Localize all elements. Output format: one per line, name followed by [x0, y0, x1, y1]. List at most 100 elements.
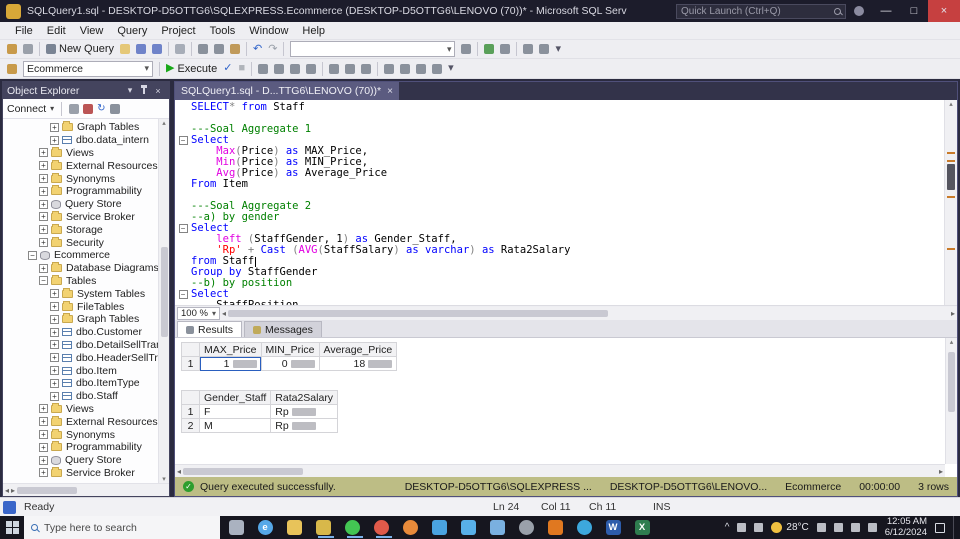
object-explorer-header[interactable]: Object Explorer ▾ × — [3, 82, 169, 99]
word-taskbar-button[interactable]: W — [605, 517, 625, 538]
code-line[interactable]: --a) by gender — [175, 212, 944, 223]
ssms-taskbar-button[interactable] — [315, 517, 335, 538]
tree-item-programmability[interactable]: + Programmability — [3, 185, 169, 198]
close-button[interactable]: × — [928, 0, 960, 22]
expand-icon[interactable]: + — [39, 186, 48, 196]
tree-item-security[interactable]: + Security — [3, 236, 169, 249]
tray-overflow-icon[interactable]: ^ — [725, 522, 730, 533]
decrease-indent-icon[interactable] — [413, 62, 429, 76]
mail-taskbar-button[interactable] — [431, 517, 451, 538]
find-icon[interactable] — [458, 42, 474, 56]
code-line[interactable]: ---Soal Aggregate 1 — [175, 124, 944, 135]
task-view-taskbar-button[interactable] — [228, 517, 248, 538]
scroll-left-icon[interactable]: ◂ — [5, 486, 9, 495]
results-to-text-icon[interactable] — [326, 62, 342, 76]
file-explorer-taskbar-button[interactable] — [286, 517, 306, 538]
copy-icon[interactable] — [211, 42, 227, 56]
tree-item-graph-tables[interactable]: + Graph Tables — [3, 121, 169, 134]
tree-item-system-tables[interactable]: + System Tables — [3, 287, 169, 300]
menu-window[interactable]: Window — [242, 25, 295, 37]
zoom-selector[interactable]: 100 % ▾ — [177, 306, 220, 320]
scroll-right-icon[interactable]: ▸ — [11, 486, 15, 495]
grid-column-header[interactable]: MAX_Price — [199, 342, 262, 357]
code-line[interactable]: SELECT * from Staff — [175, 102, 944, 113]
taskbar-search-input[interactable]: Type here to search — [24, 516, 220, 539]
grid-cell[interactable]: 0 — [260, 356, 320, 371]
query-toolbar-options-icon[interactable]: ▾ — [445, 61, 457, 76]
expand-icon[interactable]: + — [39, 417, 48, 427]
expand-icon[interactable]: + — [50, 366, 59, 376]
editor-horizontal-scrollbar[interactable]: ◂ ▸ — [219, 306, 957, 320]
firefox-taskbar-button[interactable] — [402, 517, 422, 538]
disconnect-object-explorer-icon[interactable] — [20, 42, 36, 56]
scroll-up-icon[interactable]: ▴ — [162, 119, 166, 127]
refresh-icon[interactable]: ↻ — [97, 103, 105, 114]
expand-icon[interactable]: + — [39, 174, 48, 184]
grid-cell[interactable]: Rp — [270, 404, 339, 419]
start-button[interactable] — [0, 516, 24, 539]
activity-monitor-icon[interactable] — [481, 42, 497, 56]
scroll-up-icon[interactable]: ▴ — [949, 101, 953, 108]
save-icon[interactable] — [133, 42, 149, 56]
disconnect-icon[interactable] — [69, 103, 80, 114]
new-query-button[interactable]: New Query — [43, 41, 117, 57]
menu-tools[interactable]: Tools — [203, 25, 243, 37]
tree-item-service-broker[interactable]: + Service Broker — [3, 210, 169, 224]
tree-item-dbo-detailselltransac[interactable]: + dbo.DetailSellTransac — [3, 339, 169, 352]
tree-item-synonyms[interactable]: + Synonyms — [3, 428, 169, 441]
expand-icon[interactable]: + — [39, 161, 48, 171]
collapse-icon[interactable]: − — [28, 250, 37, 260]
tab-results[interactable]: Results — [177, 321, 243, 337]
expand-icon[interactable]: + — [39, 468, 48, 478]
object-explorer-horizontal-scrollbar[interactable]: ◂ ▸ — [3, 483, 169, 496]
paste-icon[interactable] — [227, 42, 243, 56]
database-diagram-icon[interactable] — [536, 42, 552, 56]
scroll-right-icon[interactable]: ▸ — [939, 467, 943, 476]
clock-widget[interactable]: 12:05 AM 6/12/2024 — [885, 516, 927, 538]
expand-icon[interactable]: + — [50, 391, 59, 401]
connect-button[interactable]: Connect — [7, 103, 46, 115]
menu-view[interactable]: View — [73, 25, 111, 37]
collapse-icon[interactable]: − — [39, 276, 48, 286]
tree-item-dbo-staff[interactable]: + dbo.Staff — [3, 390, 169, 403]
close-panel-icon[interactable]: × — [151, 86, 165, 96]
tree-item-dbo-headerselltransac[interactable]: + dbo.HeaderSellTransac — [3, 351, 169, 364]
code-editor[interactable]: SELECT * from Staff ---Soal Aggregate 1− Se… — [175, 100, 957, 305]
stop-icon[interactable] — [83, 103, 94, 114]
window-position-icon[interactable]: ▾ — [123, 85, 137, 96]
photos-taskbar-button[interactable] — [489, 517, 509, 538]
tree-item-external-resources[interactable]: + External Resources — [3, 415, 169, 428]
menu-file[interactable]: File — [8, 25, 40, 37]
document-tab[interactable]: SQLQuery1.sql - D...TTG6\LENOVO (70))* × — [175, 82, 399, 100]
scroll-up-icon[interactable]: ▴ — [950, 339, 954, 346]
settings-taskbar-button[interactable] — [518, 517, 538, 538]
show-desktop-button[interactable] — [953, 516, 957, 539]
results-horizontal-scrollbar[interactable]: ◂ ▸ — [175, 464, 945, 477]
expand-icon[interactable]: + — [50, 378, 59, 388]
profiler-icon[interactable] — [497, 42, 513, 56]
save-all-icon[interactable] — [149, 42, 165, 56]
tree-item-dbo-data-intern[interactable]: + dbo.data_intern — [3, 134, 169, 147]
execute-button[interactable]: ▶ Execute — [163, 61, 220, 77]
print-icon[interactable] — [172, 42, 188, 56]
pin-icon[interactable] — [141, 84, 147, 94]
chrome-taskbar-button[interactable] — [373, 517, 393, 538]
location-icon[interactable] — [816, 523, 826, 532]
grid-cell[interactable]: Rp — [270, 418, 339, 433]
onedrive-icon[interactable] — [737, 523, 747, 532]
quick-launch-input[interactable]: Quick Launch (Ctrl+Q) — [676, 3, 846, 19]
code-line[interactable]: StaffPosition — [175, 300, 944, 306]
object-explorer-vertical-scrollbar[interactable]: ▴ ▾ — [158, 119, 169, 483]
expand-icon[interactable]: + — [50, 122, 59, 132]
menu-help[interactable]: Help — [295, 25, 332, 37]
store-taskbar-button[interactable] — [460, 517, 480, 538]
tree-item-query-store[interactable]: + Query Store — [3, 454, 169, 467]
tree-item-programmability[interactable]: + Programmability — [3, 441, 169, 454]
connect-object-explorer-icon[interactable] — [4, 42, 20, 56]
cancel-query-icon[interactable]: ■ — [235, 61, 248, 76]
scrollbar-thumb[interactable] — [947, 164, 955, 190]
expand-icon[interactable]: + — [50, 302, 59, 312]
uncomment-selection-icon[interactable] — [397, 62, 413, 76]
action-center-icon[interactable] — [935, 522, 945, 533]
grid-corner[interactable] — [181, 390, 200, 405]
